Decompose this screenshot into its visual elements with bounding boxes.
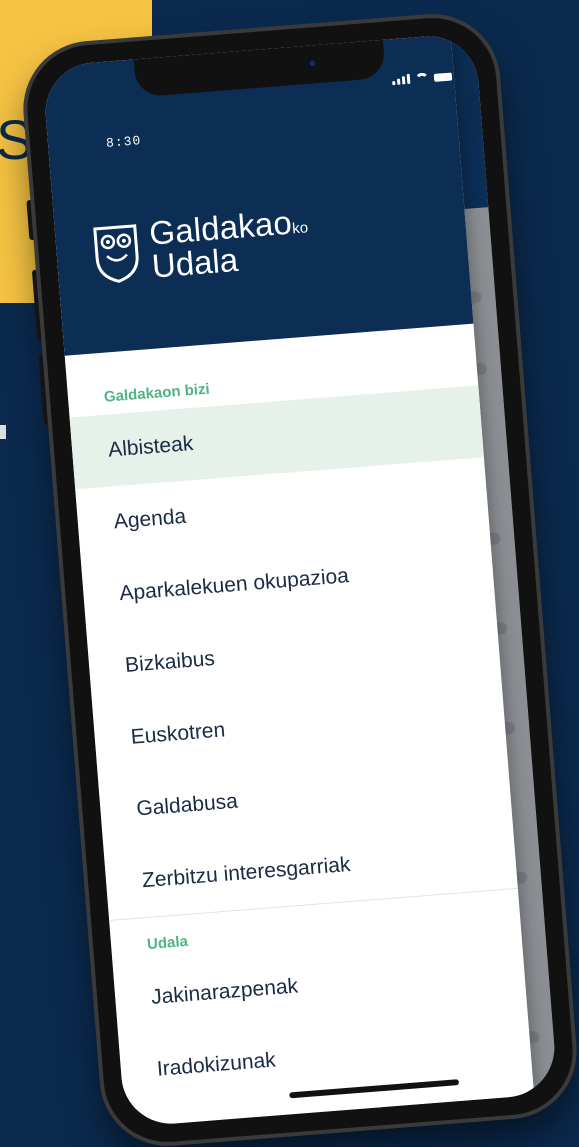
status-time: 8:30	[105, 133, 142, 151]
phone-mockup: 8:30 Galdakaoko Udala Galdakaon bizi Alb…	[22, 13, 578, 1147]
galdakao-logo: Galdakaoko Udala	[90, 204, 311, 287]
battery-icon	[433, 72, 453, 82]
wifi-icon	[415, 72, 430, 83]
logo-suffix: ko	[291, 219, 309, 238]
signal-icon	[392, 73, 411, 86]
camera-icon	[306, 56, 319, 70]
drawer-menu: Galdakaon bizi Albisteak Agenda Aparkale…	[67, 352, 533, 1109]
phone-screen: 8:30 Galdakaoko Udala Galdakaon bizi Alb…	[41, 32, 559, 1128]
edge-tick	[0, 425, 6, 439]
owl-shield-icon	[93, 224, 139, 283]
navigation-drawer: Galdakaoko Udala Galdakaon bizi Albistea…	[41, 34, 535, 1128]
